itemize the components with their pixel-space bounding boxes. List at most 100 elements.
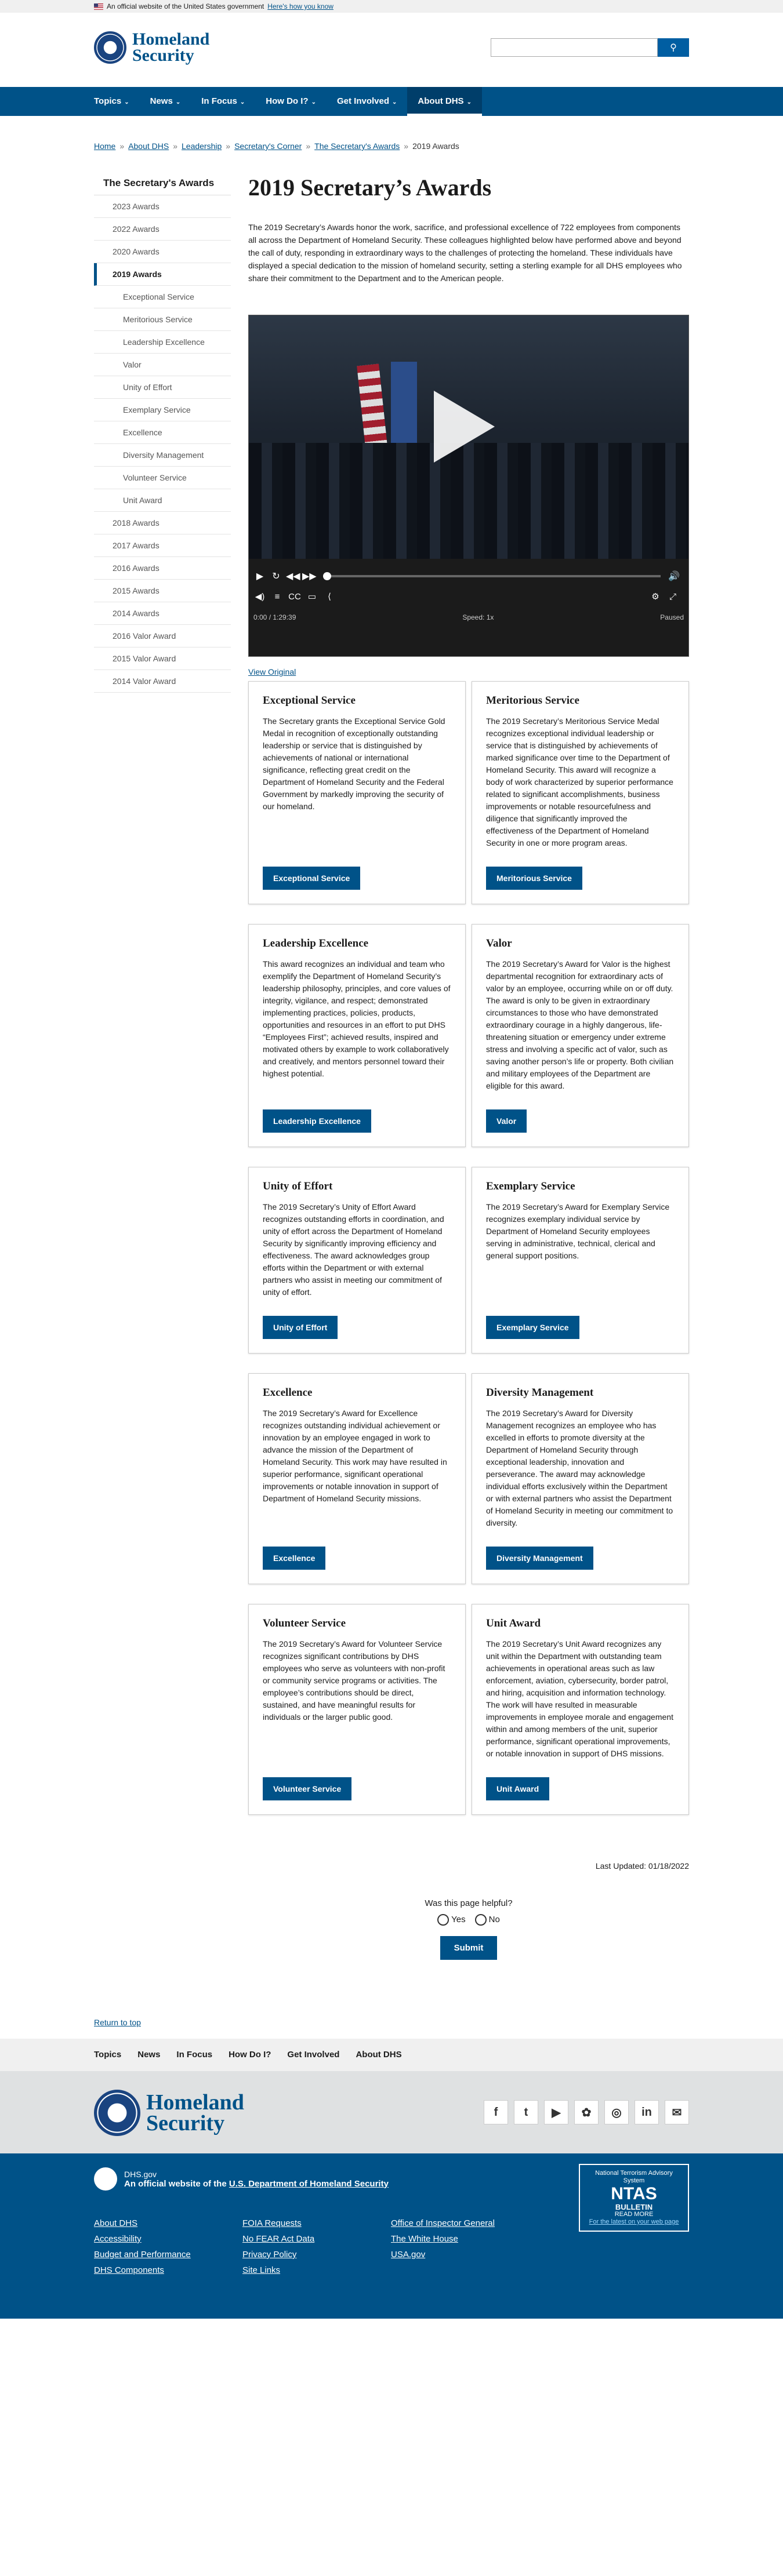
volunteer-service-button[interactable]: Volunteer Service	[263, 1777, 352, 1800]
sidebar-item-2016-valor-award[interactable]: 2016 Valor Award	[94, 625, 231, 647]
footer-link-dhs-components[interactable]: DHS Components	[94, 2265, 164, 2275]
nav-item-get-involved[interactable]: Get Involved ⌄	[327, 87, 407, 116]
fullscreen-icon[interactable]: ⤢	[666, 592, 679, 602]
return-to-top-link[interactable]: Return to top	[94, 2018, 689, 2027]
footer-nav-news[interactable]: News	[137, 2039, 160, 2071]
sidebar-item-2018-awards[interactable]: 2018 Awards	[94, 512, 231, 534]
mute-icon[interactable]: ◀)	[253, 591, 266, 602]
excellence-button[interactable]: Excellence	[263, 1547, 326, 1570]
submit-button[interactable]: Submit	[440, 1936, 498, 1960]
footer-nav-get-involved[interactable]: Get Involved	[287, 2039, 339, 2071]
breadcrumb-link[interactable]: Secretary's Corner	[234, 141, 302, 151]
forward-icon[interactable]: ▶▶	[302, 570, 317, 582]
breadcrumb-link[interactable]: About DHS	[128, 141, 169, 151]
ntas-link[interactable]: For the latest on your web page	[585, 2218, 683, 2226]
sidebar-item-unity-of-effort[interactable]: Unity of Effort	[94, 376, 231, 399]
exceptional-service-button[interactable]: Exceptional Service	[263, 867, 361, 890]
footer-link-budget-and-performance[interactable]: Budget and Performance	[94, 2250, 191, 2260]
ntas-read-more[interactable]: READ MORE	[585, 2211, 683, 2218]
footer-nav-topics[interactable]: Topics	[94, 2039, 121, 2071]
nav-item-news[interactable]: News ⌄	[140, 87, 191, 116]
heres-how-you-know-link[interactable]: Here's how you know	[267, 2, 334, 10]
sidebar-item-diversity-management[interactable]: Diversity Management	[94, 444, 231, 467]
twitter-icon[interactable]: t	[514, 2100, 538, 2124]
volume-icon[interactable]: 🔊	[668, 570, 680, 582]
ntas-badge[interactable]: National Terrorism Advisory System NTAS …	[579, 2164, 689, 2232]
feedback-yes[interactable]: Yes	[437, 1914, 466, 1926]
video-speed[interactable]: Speed: 1x	[462, 613, 494, 621]
sidebar-item-exemplary-service[interactable]: Exemplary Service	[94, 399, 231, 421]
unit-award-button[interactable]: Unit Award	[486, 1777, 550, 1800]
linkedin-icon[interactable]: in	[635, 2100, 659, 2124]
footer-nav-how-do-i[interactable]: How Do I?	[229, 2039, 271, 2071]
sidebar-item-unit-award[interactable]: Unit Award	[94, 489, 231, 512]
sidebar-item-excellence[interactable]: Excellence	[94, 421, 231, 444]
footer-link-no-fear-act-data[interactable]: No FEAR Act Data	[242, 2234, 314, 2244]
instagram-icon[interactable]: ◎	[604, 2100, 629, 2124]
play-button-icon[interactable]: ▶	[253, 570, 266, 582]
footer-nav-about-dhs[interactable]: About DHS	[356, 2039, 401, 2071]
youtube-icon[interactable]: ▶	[544, 2100, 568, 2124]
search-button[interactable]: ⚲	[658, 38, 689, 57]
video-progress-bar[interactable]	[323, 572, 661, 580]
radio-no[interactable]	[474, 1914, 487, 1926]
footer-nav-in-focus[interactable]: In Focus	[176, 2039, 212, 2071]
captions-icon[interactable]: CC	[288, 592, 301, 602]
sidebar-item-2015-awards[interactable]: 2015 Awards	[94, 580, 231, 602]
video-frame[interactable]	[249, 315, 688, 559]
nav-item-how-do-i[interactable]: How Do I? ⌄	[255, 87, 327, 116]
unity-of-effort-button[interactable]: Unity of Effort	[263, 1316, 338, 1339]
dhs-official-link[interactable]: U.S. Department of Homeland Security	[229, 2179, 389, 2189]
view-original-link[interactable]: View Original	[248, 667, 689, 676]
progress-knob[interactable]	[323, 572, 331, 580]
sidebar-item-2017-awards[interactable]: 2017 Awards	[94, 534, 231, 557]
sidebar-item-2019-awards[interactable]: 2019 Awards	[94, 263, 231, 286]
sidebar-item-2023-awards[interactable]: 2023 Awards	[94, 195, 231, 218]
leadership-excellence-button[interactable]: Leadership Excellence	[263, 1109, 371, 1133]
sidebar-item-2014-awards[interactable]: 2014 Awards	[94, 602, 231, 625]
transcript-icon[interactable]: ≡	[271, 592, 284, 602]
valor-button[interactable]: Valor	[486, 1109, 527, 1133]
radio-yes[interactable]	[437, 1914, 449, 1926]
nav-item-topics[interactable]: Topics ⌄	[94, 87, 140, 116]
footer-link-privacy-policy[interactable]: Privacy Policy	[242, 2250, 296, 2260]
play-icon[interactable]	[434, 391, 495, 463]
sidebar-item-exceptional-service[interactable]: Exceptional Service	[94, 286, 231, 308]
audio-description-icon[interactable]: ▭	[306, 591, 318, 602]
settings-icon[interactable]: ⚙	[649, 591, 662, 602]
breadcrumb-link[interactable]: Home	[94, 141, 115, 151]
breadcrumb-link[interactable]: The Secretary's Awards	[314, 141, 400, 151]
sidebar-heading[interactable]: The Secretary's Awards	[94, 174, 231, 195]
sidebar-item-2022-awards[interactable]: 2022 Awards	[94, 218, 231, 241]
email-icon[interactable]: ✉	[665, 2100, 689, 2124]
sidebar-item-meritorious-service[interactable]: Meritorious Service	[94, 308, 231, 331]
footer-link-site-links[interactable]: Site Links	[242, 2265, 280, 2275]
sidebar-item-2016-awards[interactable]: 2016 Awards	[94, 557, 231, 580]
sidebar-item-2020-awards[interactable]: 2020 Awards	[94, 241, 231, 263]
footer-link-office-of-inspector-general[interactable]: Office of Inspector General	[391, 2218, 495, 2228]
diversity-management-button[interactable]: Diversity Management	[486, 1547, 593, 1570]
replay-icon[interactable]: ↻	[270, 570, 282, 582]
nav-item-in-focus[interactable]: In Focus ⌄	[191, 87, 255, 116]
dhs-logo[interactable]: Homeland Security	[94, 31, 209, 64]
nav-item-about-dhs[interactable]: About DHS ⌄	[407, 87, 482, 116]
footer-link-the-white-house[interactable]: The White House	[391, 2234, 458, 2244]
facebook-icon[interactable]: f	[484, 2100, 508, 2124]
sidebar-item-volunteer-service[interactable]: Volunteer Service	[94, 467, 231, 489]
flickr-icon[interactable]: ✿	[574, 2100, 599, 2124]
meritorious-service-button[interactable]: Meritorious Service	[486, 867, 582, 890]
sidebar-item-valor[interactable]: Valor	[94, 354, 231, 376]
exemplary-service-button[interactable]: Exemplary Service	[486, 1316, 579, 1339]
feedback-no[interactable]: No	[474, 1914, 500, 1926]
sidebar-item-2015-valor-award[interactable]: 2015 Valor Award	[94, 647, 231, 670]
sidebar-item-leadership-excellence[interactable]: Leadership Excellence	[94, 331, 231, 354]
search-input[interactable]	[491, 38, 658, 57]
footer-logo[interactable]: Homeland Security	[94, 2090, 244, 2136]
footer-link-about-dhs[interactable]: About DHS	[94, 2218, 137, 2228]
footer-link-foia-requests[interactable]: FOIA Requests	[242, 2218, 302, 2228]
video-player[interactable]: ▶ ↻ ◀◀ ▶▶ 🔊 ◀) ≡ CC ▭ ⟨ ⚙ ⤢ 0:00 / 1:29:…	[248, 315, 689, 657]
footer-link-accessibility[interactable]: Accessibility	[94, 2234, 142, 2244]
rewind-icon[interactable]: ◀◀	[286, 570, 300, 582]
footer-link-usa-gov[interactable]: USA.gov	[391, 2250, 425, 2260]
share-icon[interactable]: ⟨	[323, 591, 336, 602]
